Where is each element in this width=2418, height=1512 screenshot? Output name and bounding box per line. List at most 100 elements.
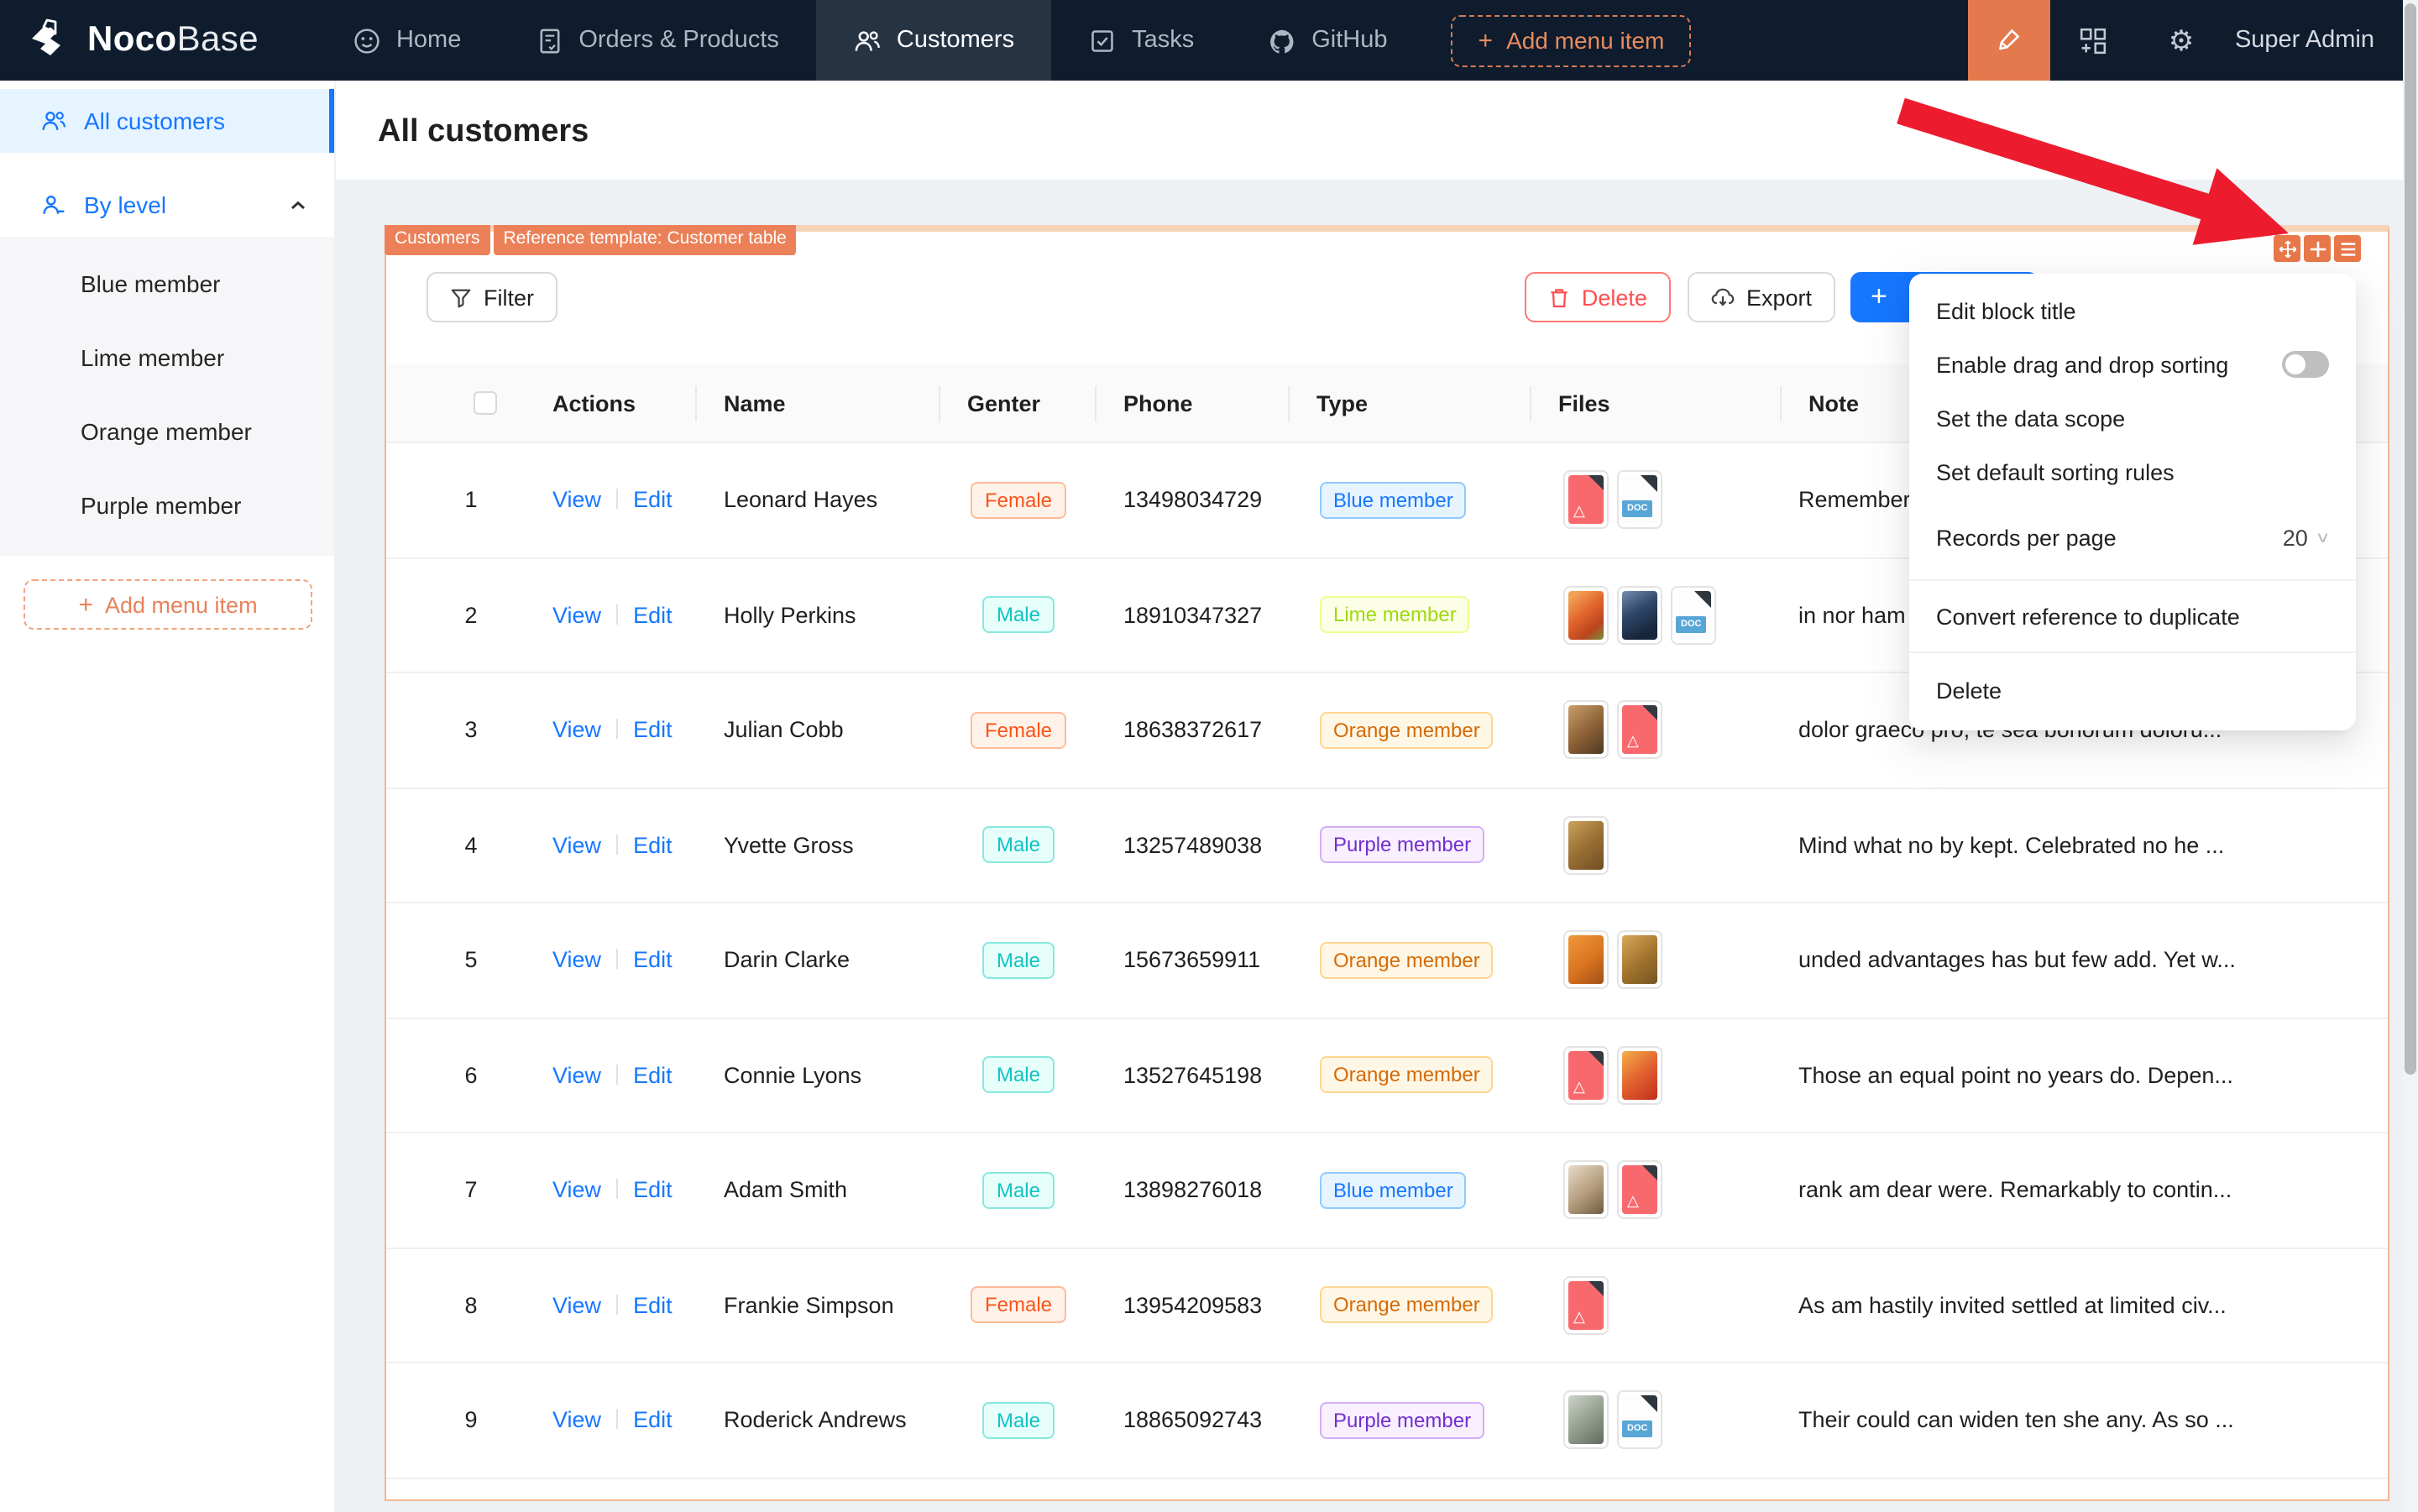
doc-file-icon[interactable] [1617,470,1662,530]
photo-thumbnail[interactable] [1617,930,1662,990]
cell-type: Blue member [1290,1171,1531,1209]
drag-handle-icon[interactable] [2274,235,2300,262]
view-link[interactable]: View [552,1293,601,1318]
view-link[interactable]: View [552,488,601,513]
nav-item-home[interactable]: Home [316,0,498,81]
sidebar-add-menu-item-button[interactable]: + Add menu item [24,579,312,630]
nav-add-menu-item-button[interactable]: + Add menu item [1451,14,1692,66]
photo-thumbnail[interactable] [1563,585,1609,645]
edit-link[interactable]: Edit [633,948,673,973]
edit-link[interactable]: Edit [633,1178,673,1203]
tag-blue-member: Blue member [1320,481,1467,519]
sidebar-item-lime-member[interactable]: Lime member [0,324,334,391]
select-all-checkbox[interactable] [473,391,496,415]
edit-link[interactable]: Edit [633,1293,673,1318]
row-actions: View Edit [526,1178,697,1203]
user-group-icon [40,191,67,218]
filter-funnel-icon [451,288,471,307]
page-title: All customers [378,114,589,149]
filter-button[interactable]: Filter [427,272,557,322]
tag-blue-member: Blue member [1320,1171,1467,1209]
cell-phone: 13527645198 [1123,1062,1263,1088]
edit-link[interactable]: Edit [633,488,673,513]
edit-link[interactable]: Edit [633,833,673,858]
cell-note: As am hastily invited settled at limited… [1798,1292,2227,1318]
records-per-page-select[interactable]: 20 ∨ [2283,525,2332,550]
tag-lime-member: Lime member [1320,596,1470,634]
scrollbar-thumb[interactable] [2405,3,2416,1075]
edit-link[interactable]: Edit [633,603,673,628]
nav-item-customers[interactable]: Customers [815,0,1052,81]
sidebar-item-by-level[interactable]: By level [0,173,334,237]
view-link[interactable]: View [552,1063,601,1088]
drag-sort-toggle[interactable] [2282,351,2329,378]
chevron-up-icon [289,196,307,214]
row-actions: View Edit [526,1293,697,1318]
view-link[interactable]: View [552,603,601,628]
user-menu[interactable]: Super Admin [2235,27,2374,54]
pdf-file-icon[interactable] [1617,1160,1662,1220]
row-index: 8 [464,1292,478,1318]
pdf-file-icon[interactable] [1563,1275,1609,1335]
settings-gear-button[interactable]: ⚙ [2138,0,2225,81]
action-divider [616,834,619,855]
ui-editor-button[interactable] [1967,0,2050,81]
cell-phone: 13498034729 [1123,487,1263,513]
menu-item-edit-block-title[interactable]: Edit block title [1909,284,2356,337]
sidebar-item-orange-member[interactable]: Orange member [0,398,334,465]
edit-link[interactable]: Edit [633,1063,673,1088]
sidebar-item-all-customers[interactable]: All customers [0,89,334,153]
plugin-manager-button[interactable] [2050,0,2138,81]
doc-file-icon[interactable] [1671,585,1716,645]
menu-item-set-the-data-scope[interactable]: Set the data scope [1909,391,2356,445]
photo-thumbnail[interactable] [1563,700,1609,760]
block-settings-icon[interactable] [2334,235,2361,262]
nocobase-logo[interactable]: NocoBase [27,18,259,62]
table-row: 9 View Edit Roderick Andrews Male 18865092743… [386,1363,2388,1478]
menu-item-convert-reference-to-duplicate[interactable]: Convert reference to duplicate [1909,584,2356,648]
pdf-file-icon[interactable] [1563,470,1609,530]
github-icon [1268,26,1296,55]
photo-thumbnail[interactable] [1563,815,1609,875]
nav-item-orders-products[interactable]: Orders & Products [498,0,816,81]
nav-item-tasks[interactable]: Tasks [1051,0,1231,81]
menu-item-enable-drag-and-drop-sorting[interactable]: Enable drag and drop sorting [1909,337,2356,391]
row-actions: View Edit [526,833,697,858]
doc-file-icon[interactable] [1617,1390,1662,1450]
sidebar-item-blue-member[interactable]: Blue member [0,250,334,317]
view-link[interactable]: View [552,1178,601,1203]
view-link[interactable]: View [552,948,601,973]
table-row: 8 View Edit Frankie Simpson Female 1395420958… [386,1248,2388,1363]
view-link[interactable]: View [552,833,601,858]
photo-thumbnail[interactable] [1617,585,1662,645]
add-block-icon[interactable] [2304,235,2331,262]
edit-link[interactable]: Edit [633,1408,673,1433]
sidebar-item-purple-member[interactable]: Purple member [0,472,334,539]
photo-thumbnail[interactable] [1617,1045,1662,1105]
view-link[interactable]: View [552,1408,601,1433]
cell-type: Blue member [1290,481,1531,519]
action-divider [616,1294,619,1315]
photo-thumbnail[interactable] [1563,1160,1609,1220]
menu-item-label: Convert reference to duplicate [1936,604,2240,629]
sidebar-submenu: Blue member Lime member Orange member Purpl… [0,237,334,556]
menu-item-delete[interactable]: Delete [1909,657,2356,724]
page-scrollbar[interactable] [2403,0,2418,1512]
delete-button[interactable]: Delete [1524,272,1671,322]
nav-menu: Home Orders & Products Customers Tasks GitHu… [316,0,1425,81]
pdf-file-icon[interactable] [1617,700,1662,760]
pdf-file-icon[interactable] [1563,1045,1609,1105]
cell-note: unded advantages has but few add. Yet w.… [1798,947,2236,973]
cell-gender: Female [940,481,1096,519]
tag-male: Male [982,1401,1054,1439]
export-button[interactable]: Export [1687,272,1835,322]
nav-item-github[interactable]: GitHub [1231,0,1424,81]
view-link[interactable]: View [552,718,601,743]
photo-thumbnail[interactable] [1563,930,1609,990]
edit-link[interactable]: Edit [633,718,673,743]
menu-item-label: Enable drag and drop sorting [1936,352,2229,377]
menu-item-set-default-sorting-rules[interactable]: Set default sorting rules [1909,445,2356,499]
cell-type: Orange member [1290,1286,1531,1324]
photo-thumbnail[interactable] [1563,1390,1609,1450]
menu-item-records-per-page[interactable]: Records per page 20 ∨ [1909,499,2356,576]
